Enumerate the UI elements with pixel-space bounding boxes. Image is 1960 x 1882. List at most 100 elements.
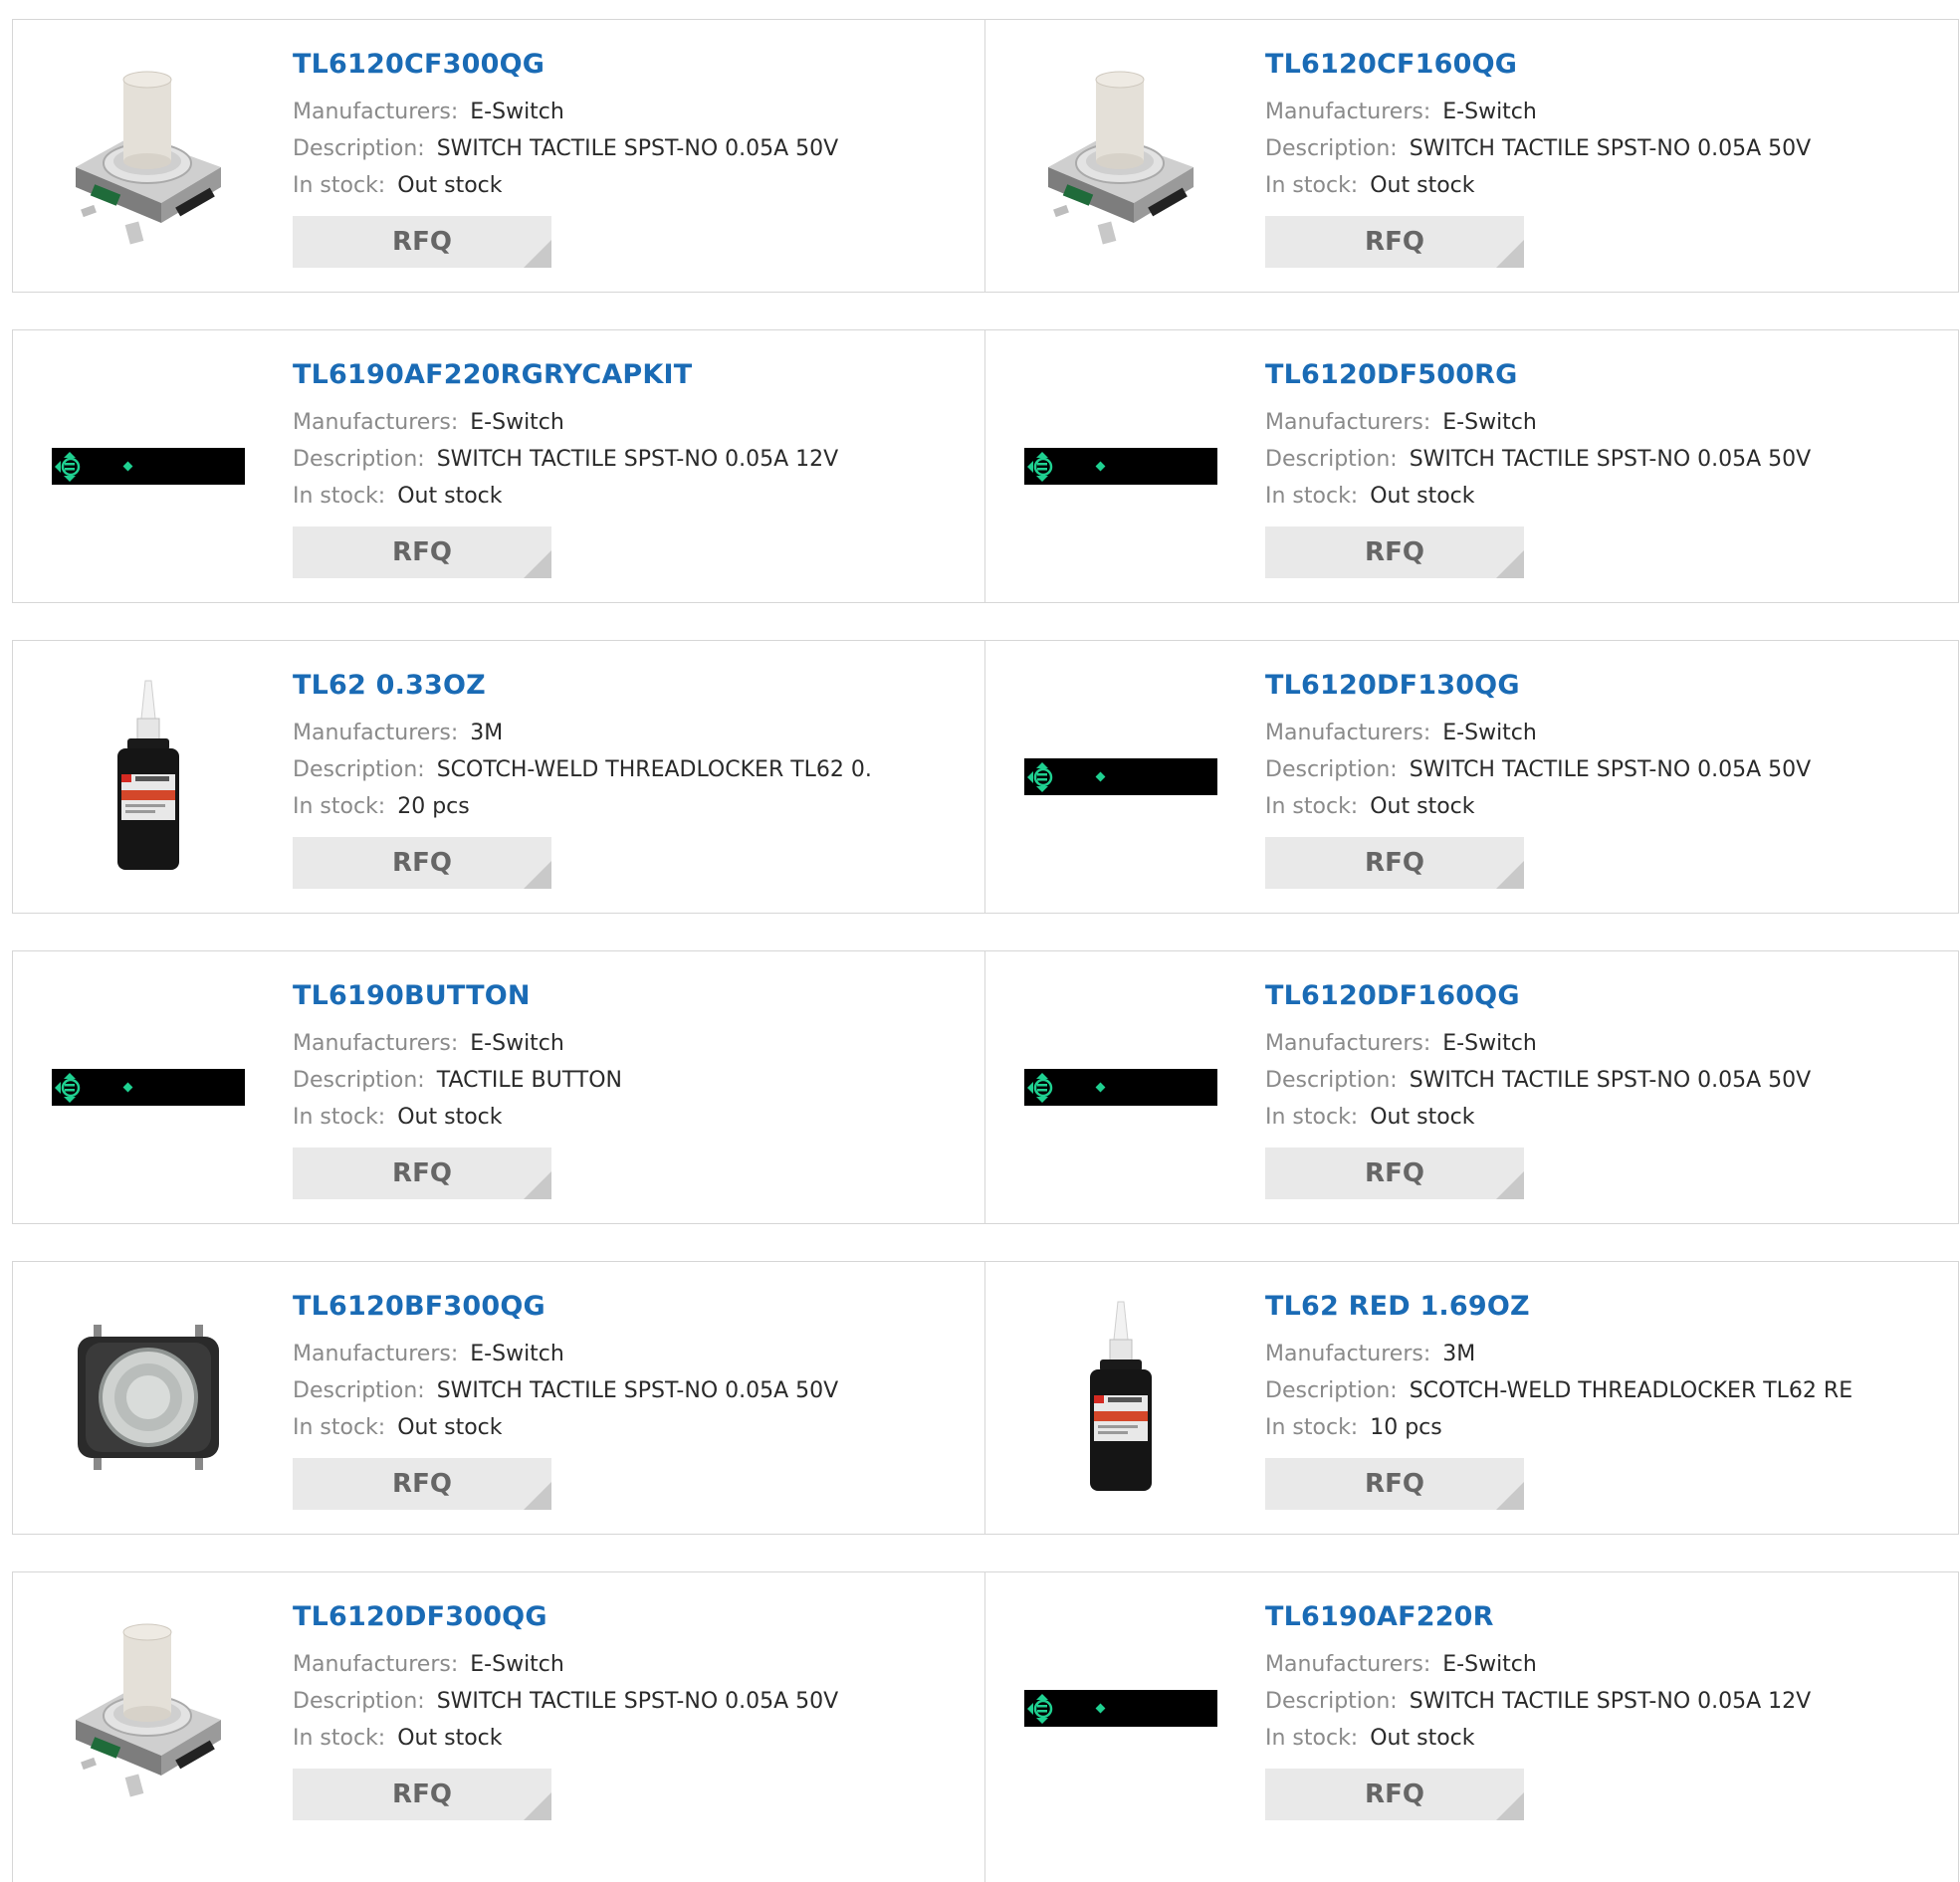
rfq-button[interactable]: RFQ [293,1769,551,1820]
product-image-tactile-switch-top[interactable] [51,1296,246,1499]
product-info: TL6120BF300QG Manufacturers: E-Switch Des… [293,1290,965,1510]
product-info: TL6190BUTTON Manufacturers: E-Switch Desc… [293,979,965,1199]
stock-value: Out stock [397,484,503,509]
description-row: Description: SWITCH TACTILE SPST-NO 0.05A… [293,1683,965,1720]
manufacturer-row: Manufacturers: E-Switch [293,404,965,441]
part-number-link[interactable]: TL6120CF160QG [1265,48,1517,82]
manufacturer-label: Manufacturers: [1265,1031,1431,1056]
product-image-threadlocker-bottle[interactable] [51,675,246,878]
description-label: Description: [1265,1689,1398,1714]
stock-row: In stock: Out stock [1265,788,1938,825]
stock-label: In stock: [1265,1726,1359,1751]
rfq-button[interactable]: RFQ [293,216,551,268]
product-card: TL62 RED 1.69OZ Manufacturers: 3M Descrip… [985,1261,1959,1535]
description-value: SWITCH TACTILE SPST-NO 0.05A 12V [436,447,839,472]
rfq-button[interactable]: RFQ [293,1458,551,1510]
product-image-tactile-switch[interactable] [51,54,246,257]
manufacturer-value: E-Switch [470,1031,564,1056]
manufacturer-value: E-Switch [1442,721,1537,745]
stock-row: In stock: Out stock [1265,1099,1938,1136]
part-number-link[interactable]: TL6190AF220RGRYCAPKIT [293,358,692,392]
rfq-button[interactable]: RFQ [1265,216,1524,268]
product-card: TL6120DF500RG Manufacturers: E-Switch Des… [985,329,1959,603]
manufacturer-row: Manufacturers: E-Switch [1265,715,1938,751]
placeholder-image [52,447,245,485]
description-value: SWITCH TACTILE SPST-NO 0.05A 50V [1409,1068,1812,1093]
stock-label: In stock: [1265,1105,1359,1130]
stock-label: In stock: [293,1415,386,1440]
manufacturer-label: Manufacturers: [293,1652,459,1677]
part-number-link[interactable]: TL62 RED 1.69OZ [1265,1290,1530,1324]
stock-row: In stock: Out stock [293,1720,965,1757]
manufacturer-row: Manufacturers: E-Switch [293,1646,965,1683]
stock-value: Out stock [1370,1726,1475,1751]
rfq-button[interactable]: RFQ [293,526,551,578]
manufacturer-value: E-Switch [470,1342,564,1366]
product-image-tactile-switch[interactable] [51,1606,246,1809]
placeholder-image [1024,447,1217,485]
stock-value: Out stock [1370,1105,1475,1130]
part-number-link[interactable]: TL6120DF500RG [1265,358,1518,392]
rfq-button[interactable]: RFQ [1265,526,1524,578]
product-info: TL6120DF500RG Manufacturers: E-Switch Des… [1265,358,1938,578]
product-image-threadlocker-bottle[interactable] [1023,1296,1218,1499]
product-info: TL62 0.33OZ Manufacturers: 3M Description… [293,669,965,889]
rfq-button[interactable]: RFQ [1265,1148,1524,1199]
placeholder-image [1024,1689,1217,1727]
stock-row: In stock: Out stock [1265,167,1938,204]
product-card: TL6120DF130QG Manufacturers: E-Switch Des… [985,640,1959,914]
part-number-link[interactable]: TL6120DF160QG [1265,979,1520,1013]
description-label: Description: [1265,136,1398,161]
description-value: SWITCH TACTILE SPST-NO 0.05A 50V [436,136,839,161]
part-number-link[interactable]: TL6120DF300QG [293,1600,547,1634]
manufacturer-row: Manufacturers: 3M [1265,1336,1938,1372]
stock-value: Out stock [397,1726,503,1751]
product-image-placeholder[interactable] [51,364,246,567]
part-number-link[interactable]: TL6120BF300QG [293,1290,545,1324]
stock-value: Out stock [1370,794,1475,819]
product-image-placeholder[interactable] [1023,364,1218,567]
description-value: SCOTCH-WELD THREADLOCKER TL62 0. [436,757,872,782]
rfq-button[interactable]: RFQ [293,1148,551,1199]
product-card: TL6190AF220RGRYCAPKIT Manufacturers: E-Sw… [12,329,985,603]
product-card: TL6120CF300QG Manufacturers: E-Switch Des… [12,19,985,293]
product-card: TL6120DF300QG Manufacturers: E-Switch Des… [12,1571,985,1882]
product-image-placeholder[interactable] [1023,1606,1218,1809]
part-number-link[interactable]: TL6190BUTTON [293,979,531,1013]
description-value: SWITCH TACTILE SPST-NO 0.05A 50V [436,1689,839,1714]
description-label: Description: [1265,1068,1398,1093]
description-value: SWITCH TACTILE SPST-NO 0.05A 50V [436,1378,839,1403]
rfq-button[interactable]: RFQ [293,837,551,889]
rfq-button[interactable]: RFQ [1265,837,1524,889]
manufacturer-value: 3M [470,721,504,745]
rfq-button[interactable]: RFQ [1265,1458,1524,1510]
manufacturer-value: E-Switch [470,100,564,124]
description-value: SWITCH TACTILE SPST-NO 0.05A 50V [1409,757,1812,782]
product-card: TL6120BF300QG Manufacturers: E-Switch Des… [12,1261,985,1535]
manufacturer-row: Manufacturers: E-Switch [1265,94,1938,130]
product-card: TL62 0.33OZ Manufacturers: 3M Description… [12,640,985,914]
description-row: Description: SWITCH TACTILE SPST-NO 0.05A… [293,130,965,167]
part-number-link[interactable]: TL6120DF130QG [1265,669,1520,703]
description-row: Description: SWITCH TACTILE SPST-NO 0.05A… [1265,1683,1938,1720]
product-image-placeholder[interactable] [1023,675,1218,878]
placeholder-image [52,1068,245,1106]
description-row: Description: SWITCH TACTILE SPST-NO 0.05A… [293,1372,965,1409]
part-number-link[interactable]: TL62 0.33OZ [293,669,486,703]
manufacturer-value: E-Switch [470,410,564,435]
product-image-placeholder[interactable] [51,985,246,1188]
part-number-link[interactable]: TL6190AF220R [1265,1600,1494,1634]
stock-row: In stock: Out stock [293,1099,965,1136]
manufacturer-label: Manufacturers: [293,410,459,435]
stock-value: 10 pcs [1370,1415,1442,1440]
product-image-placeholder[interactable] [1023,985,1218,1188]
stock-value: Out stock [397,1105,503,1130]
part-number-link[interactable]: TL6120CF300QG [293,48,544,82]
stock-label: In stock: [1265,1415,1359,1440]
stock-row: In stock: Out stock [1265,478,1938,515]
product-info: TL6190AF220RGRYCAPKIT Manufacturers: E-Sw… [293,358,965,578]
rfq-button[interactable]: RFQ [1265,1769,1524,1820]
manufacturer-label: Manufacturers: [293,1342,459,1366]
description-row: Description: SCOTCH-WELD THREADLOCKER TL6… [293,751,965,788]
product-image-tactile-switch[interactable] [1023,54,1218,257]
